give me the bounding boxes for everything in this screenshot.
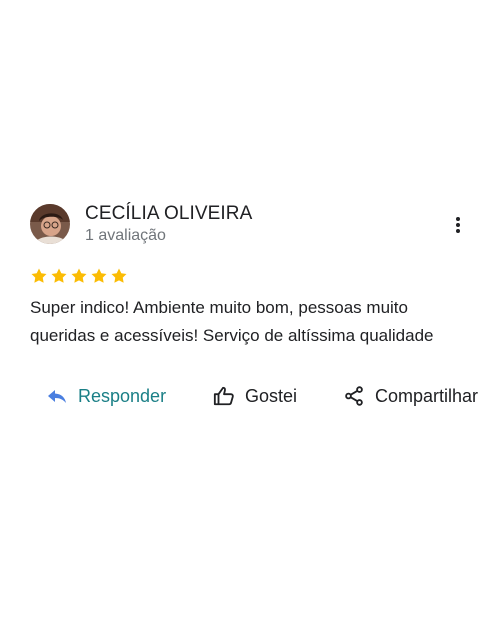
review-text: Super indico! Ambiente muito bom, pessoa… <box>30 298 434 345</box>
author-block: CECÍLIA OLIVEIRA 1 avaliação <box>85 203 252 246</box>
more-options-button[interactable] <box>446 213 470 237</box>
author-review-count: 1 avaliação <box>85 227 166 244</box>
author-name[interactable]: CECÍLIA OLIVEIRA <box>85 203 252 225</box>
review-header: CECÍLIA OLIVEIRA 1 avaliação <box>30 203 490 247</box>
like-button[interactable]: Gostei <box>213 381 297 411</box>
star-icon <box>50 267 68 287</box>
star-icon <box>70 267 88 287</box>
star-icon <box>90 267 108 287</box>
review-actions: Responder Gostei Compartilhar <box>30 381 500 411</box>
star-rating <box>30 267 490 287</box>
avatar-image <box>30 204 70 244</box>
reply-label: Responder <box>78 386 167 406</box>
share-button[interactable]: Compartilhar <box>343 381 478 411</box>
review-card: CECÍLIA OLIVEIRA 1 avaliação Super indic <box>30 203 490 406</box>
like-label: Gostei <box>245 386 298 406</box>
share-icon <box>343 385 365 407</box>
more-vert-icon <box>456 217 460 233</box>
avatar[interactable] <box>30 204 70 244</box>
star-icon <box>30 267 48 287</box>
thumb-up-icon <box>213 385 235 407</box>
reply-arrow-icon <box>46 385 68 407</box>
star-icon <box>110 267 128 287</box>
reply-button[interactable]: Responder <box>46 381 166 411</box>
share-label: Compartilhar <box>375 386 479 406</box>
